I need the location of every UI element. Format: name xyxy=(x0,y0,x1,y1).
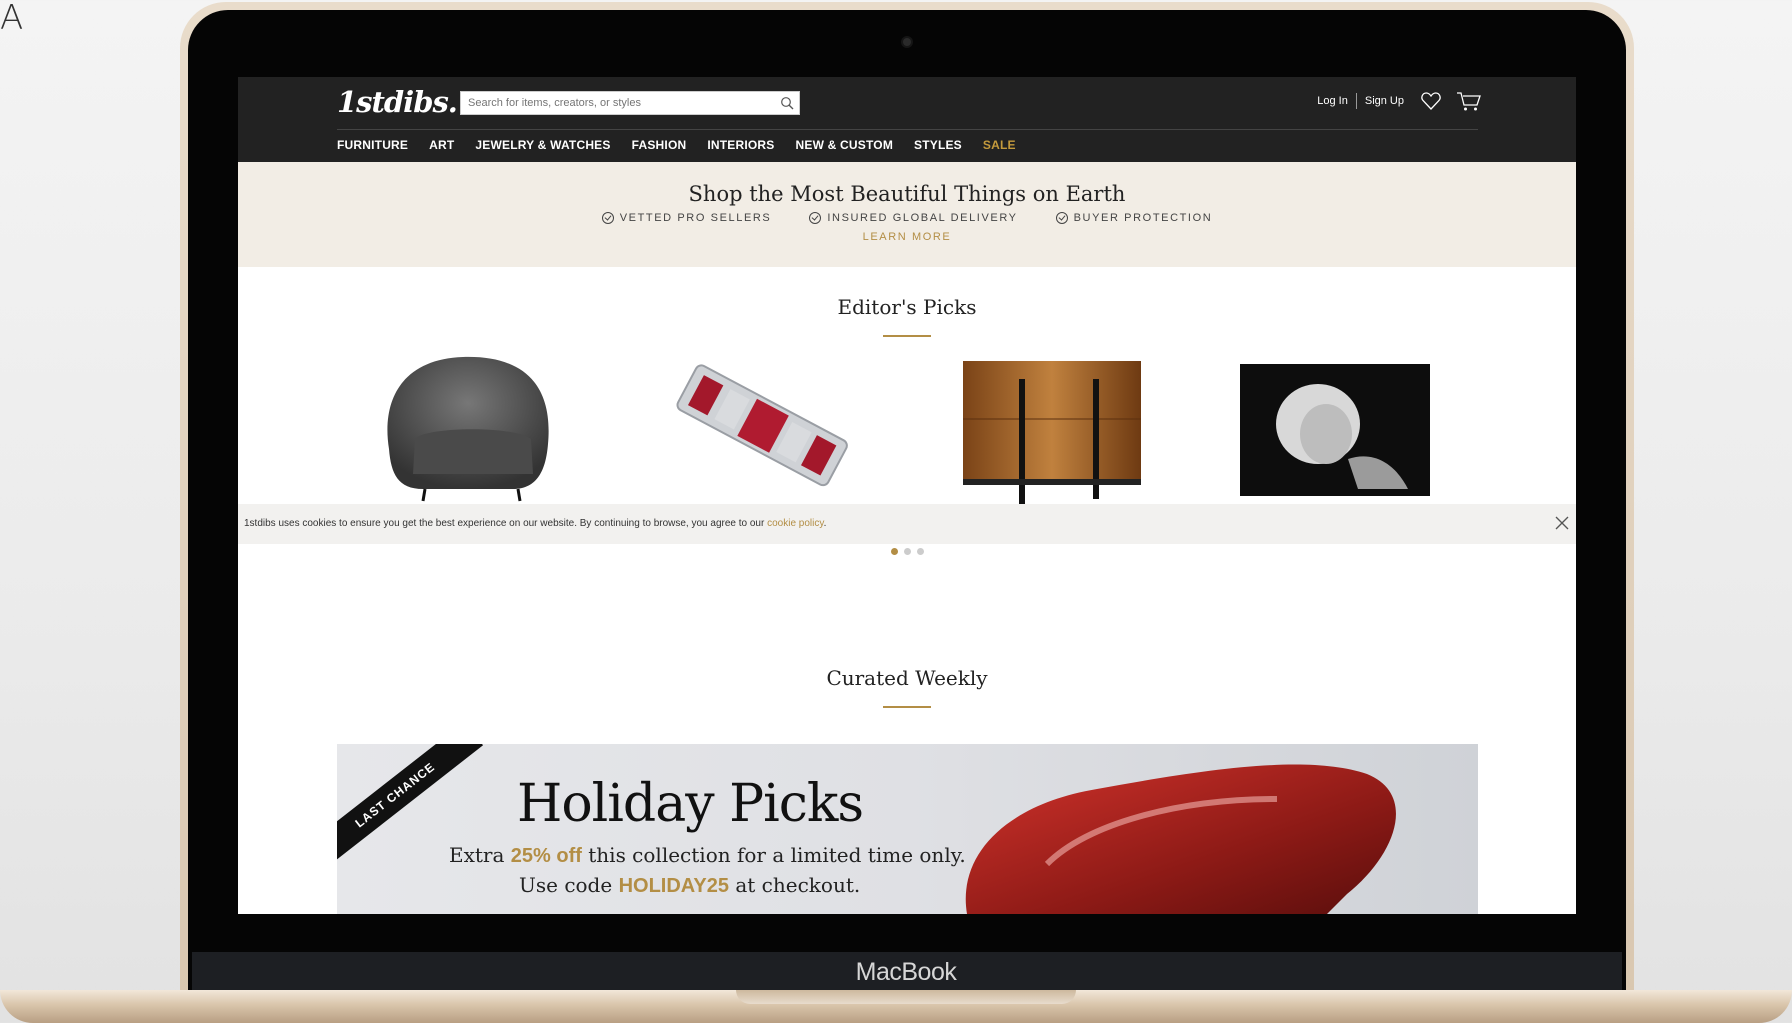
check-circle-icon xyxy=(809,212,822,224)
curated-header: Curated Weekly xyxy=(238,666,1576,708)
search-input[interactable] xyxy=(461,92,775,114)
cookie-message: 1stdibs uses cookies to ensure you get t… xyxy=(244,518,768,529)
promo-code: HOLIDAY25 xyxy=(618,875,729,897)
cookie-end: . xyxy=(823,518,827,529)
laptop-notch xyxy=(736,990,1076,1004)
nav-art[interactable]: ART xyxy=(429,138,454,152)
promo-discount: 25% off xyxy=(510,845,582,867)
nav-jewelry-watches[interactable]: JEWELRY & WATCHES xyxy=(475,138,610,152)
site-logo[interactable]: 1stdibs. xyxy=(337,85,458,119)
cart-icon[interactable] xyxy=(1456,90,1482,112)
product-card-armchair[interactable] xyxy=(353,339,606,511)
nav-sale[interactable]: SALE xyxy=(983,138,1016,152)
promo-text: Extra xyxy=(449,843,511,867)
promo-line-1: Extra 25% off this collection for a limi… xyxy=(449,843,966,868)
account-links: Log In Sign Up xyxy=(1317,90,1482,112)
editors-picks-carousel xyxy=(353,339,1468,519)
nav-new-custom[interactable]: NEW & CUSTOM xyxy=(796,138,894,152)
title-rule xyxy=(883,335,931,337)
corner-label: A xyxy=(0,0,24,38)
nav-interiors[interactable]: INTERIORS xyxy=(707,138,774,152)
product-card-photograph[interactable] xyxy=(1208,339,1461,511)
learn-more-link[interactable]: LEARN MORE xyxy=(238,231,1576,243)
chest-image[interactable] xyxy=(923,339,1176,509)
bracelet-image[interactable] xyxy=(638,339,891,509)
carousel-dot[interactable] xyxy=(917,548,924,555)
cookie-text: 1stdibs uses cookies to ensure you get t… xyxy=(244,518,826,529)
feature-label: VETTED PRO SELLERS xyxy=(619,212,772,224)
header-divider xyxy=(337,129,1478,130)
promo-title: Holiday Picks xyxy=(517,774,864,834)
feature-list: VETTED PRO SELLERS INSURED GLOBAL DELIVE… xyxy=(238,212,1576,224)
value-banner: Shop the Most Beautiful Things on Earth … xyxy=(238,162,1576,267)
search-icon[interactable] xyxy=(780,96,794,110)
nav-styles[interactable]: STYLES xyxy=(914,138,962,152)
product-card-chest[interactable] xyxy=(923,339,1176,511)
device-brand: MacBook xyxy=(855,958,957,986)
nav-furniture[interactable]: FURNITURE xyxy=(337,138,408,152)
promo-text: this collection for a limited time only. xyxy=(581,843,966,867)
feature-label: BUYER PROTECTION xyxy=(1073,212,1213,224)
search-bar[interactable] xyxy=(460,91,800,115)
feature-label: INSURED GLOBAL DELIVERY xyxy=(827,212,1018,224)
check-circle-icon xyxy=(601,212,614,224)
site-header: 1stdibs. Log In Sign Up FURNITURE ART J xyxy=(238,77,1576,162)
armchair-image[interactable] xyxy=(353,339,606,509)
promo-line-2: Use code HOLIDAY25 at checkout. xyxy=(519,873,860,898)
promo-text: at checkout. xyxy=(728,873,861,897)
check-circle-icon xyxy=(1055,212,1068,224)
nav-fashion[interactable]: FASHION xyxy=(632,138,687,152)
red-chair-image xyxy=(965,764,1396,914)
webcam xyxy=(903,38,911,46)
close-icon[interactable] xyxy=(1554,515,1570,531)
signup-link[interactable]: Sign Up xyxy=(1365,95,1404,107)
carousel-dots xyxy=(888,548,927,555)
login-link[interactable]: Log In xyxy=(1317,95,1348,107)
editors-picks-header: Editor's Picks xyxy=(238,267,1576,337)
cookie-policy-link[interactable]: cookie policy xyxy=(767,518,824,529)
feature-vetted: VETTED PRO SELLERS xyxy=(601,212,772,224)
title-rule xyxy=(883,706,931,708)
holiday-promo-banner[interactable]: LAST CHANCE Holiday Picks Extra 25% off … xyxy=(337,744,1478,914)
main-nav: FURNITURE ART JEWELRY & WATCHES FASHION … xyxy=(337,138,1037,152)
photograph-image[interactable] xyxy=(1208,339,1461,509)
curated-title: Curated Weekly xyxy=(826,666,988,690)
divider xyxy=(1355,93,1357,109)
feature-delivery: INSURED GLOBAL DELIVERY xyxy=(809,212,1017,224)
cookie-notice: 1stdibs uses cookies to ensure you get t… xyxy=(238,504,1576,544)
carousel-dot[interactable] xyxy=(904,548,911,555)
feature-protection: BUYER PROTECTION xyxy=(1055,212,1213,224)
carousel-dot[interactable] xyxy=(891,548,898,555)
laptop-screen: 1stdibs. Log In Sign Up FURNITURE ART J xyxy=(238,77,1576,914)
banner-title: Shop the Most Beautiful Things on Earth xyxy=(688,182,1126,206)
editors-picks-title: Editor's Picks xyxy=(837,295,977,319)
product-card-bracelet[interactable] xyxy=(638,339,891,511)
promo-text: Use code xyxy=(519,873,619,897)
heart-icon[interactable] xyxy=(1420,90,1442,112)
